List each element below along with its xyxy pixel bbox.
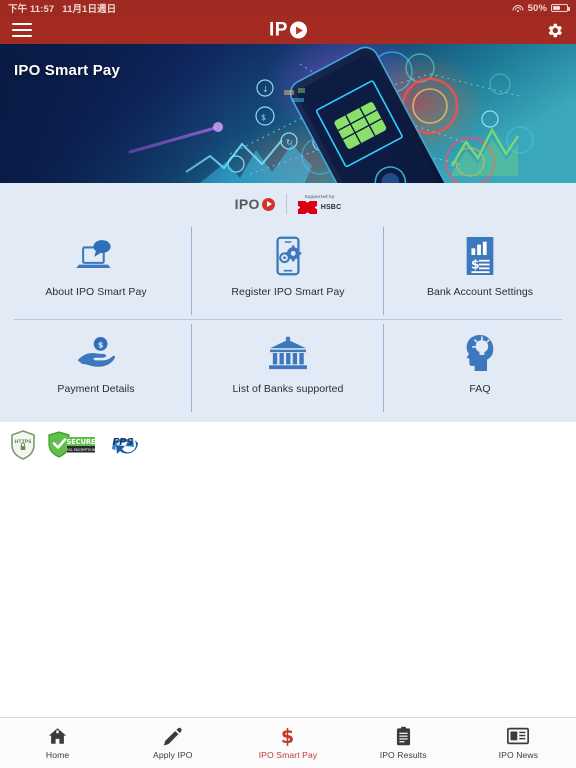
brand-text: IP xyxy=(269,19,288,41)
tab-label: Apply IPO xyxy=(152,750,193,760)
head-lightbulb-icon xyxy=(461,332,499,374)
svg-text:$: $ xyxy=(98,340,104,350)
hsbc-hexagon-icon xyxy=(297,201,317,214)
menu-item-label: Bank Account Settings xyxy=(426,286,534,298)
tab-label: Home xyxy=(45,750,70,760)
clipboard-icon xyxy=(396,726,411,746)
menu-item-label: Register IPO Smart Pay xyxy=(231,286,345,298)
laptop-chat-icon xyxy=(75,235,117,277)
menu-grid-row-2: $ Payment Details List of Banks supporte… xyxy=(0,320,576,416)
partner-logo-row: IPO Supported by HSBC xyxy=(0,183,576,223)
hsbc-logo: HSBC xyxy=(297,201,342,214)
bank-building-icon xyxy=(268,332,308,374)
battery-icon xyxy=(551,4,570,12)
fps-badge: FPS xyxy=(108,432,142,459)
pencil-icon xyxy=(163,726,182,746)
ipo-logo-text: IPO xyxy=(234,196,260,212)
status-bar-right: 50% xyxy=(510,2,570,18)
tab-apply-ipo[interactable]: Apply IPO xyxy=(115,718,230,768)
svg-text:HTTPS: HTTPS xyxy=(15,439,32,445)
svg-text:$: $ xyxy=(261,113,266,122)
ipo-logo: IPO xyxy=(235,197,275,211)
status-date: 11月1日週日 xyxy=(62,4,117,15)
menu-item-label: Payment Details xyxy=(57,383,135,395)
secure-ssl-badge: SECURE SSL ENCRYPTION xyxy=(47,431,97,459)
menu-item-label: List of Banks supported xyxy=(232,383,344,395)
svg-text:SECURE: SECURE xyxy=(66,438,96,446)
tab-ipo-smart-pay[interactable]: $ IPO Smart Pay xyxy=(230,718,345,768)
menu-item-register-ipo-smart-pay[interactable]: Register IPO Smart Pay xyxy=(192,223,384,319)
hero-banner: $ ↻ ↓ IPO Smart Pay xyxy=(0,44,576,183)
status-bar-left: 下午 11:57 11月1日週日 xyxy=(8,1,116,15)
svg-text:$: $ xyxy=(471,257,480,271)
menu-item-faq[interactable]: FAQ xyxy=(384,320,576,416)
logo-divider xyxy=(285,194,287,214)
menu-item-list-of-banks-supported[interactable]: List of Banks supported xyxy=(192,320,384,416)
menu-item-about-ipo-smart-pay[interactable]: About IPO Smart Pay xyxy=(0,223,192,319)
supported-by-label: Supported by xyxy=(304,194,335,199)
hsbc-name-label: HSBC xyxy=(320,204,342,211)
tab-home[interactable]: Home xyxy=(0,718,115,768)
trust-badges-row: HTTPS SECURE SSL ENCRYPTION FPS xyxy=(0,422,576,460)
svg-text:↓: ↓ xyxy=(262,85,269,94)
tab-ipo-results[interactable]: IPO Results xyxy=(346,718,461,768)
tab-label: IPO Smart Pay xyxy=(258,750,318,760)
play-circle-icon xyxy=(261,197,275,211)
newspaper-icon xyxy=(507,726,530,746)
app-brand-logo: IP xyxy=(269,21,307,40)
battery-percent-label: 50% xyxy=(527,2,547,14)
svg-text:SSL ENCRYPTION: SSL ENCRYPTION xyxy=(67,448,96,452)
status-time: 下午 11:57 xyxy=(8,4,55,15)
bottom-tab-bar: Home Apply IPO $ IPO Smart Pay IPO Resul… xyxy=(0,717,576,768)
menu-item-label: FAQ xyxy=(469,383,491,395)
https-shield-badge: HTTPS xyxy=(10,430,36,460)
svg-text:FPS: FPS xyxy=(112,437,133,448)
status-bar: 下午 11:57 11月1日週日 50% xyxy=(0,0,576,18)
wifi-icon xyxy=(510,2,526,18)
phone-gears-icon xyxy=(267,235,309,277)
tab-label: IPO Results xyxy=(379,750,427,760)
svg-text:$: $ xyxy=(281,726,294,746)
hand-coin-icon: $ xyxy=(74,332,118,374)
home-icon xyxy=(48,726,67,746)
play-circle-icon xyxy=(289,21,307,39)
page-title: IPO Smart Pay xyxy=(14,62,120,79)
hamburger-menu-icon[interactable] xyxy=(12,22,32,38)
menu-item-bank-account-settings[interactable]: $ Bank Account Settings xyxy=(384,223,576,319)
menu-item-label: About IPO Smart Pay xyxy=(45,286,147,298)
app-root: 下午 11:57 11月1日週日 50% IP $ ↻ ↓ IPO Smart … xyxy=(0,0,576,768)
tab-ipo-news[interactable]: IPO News xyxy=(461,718,576,768)
dollar-sign-icon: $ xyxy=(279,726,296,746)
menu-item-payment-details[interactable]: $ Payment Details xyxy=(0,320,192,416)
gear-icon[interactable] xyxy=(545,21,564,40)
content-empty-area xyxy=(0,460,576,717)
main-panel: IPO Supported by HSBC About IPO Smart Pa… xyxy=(0,183,576,422)
document-chart-dollar-icon: $ xyxy=(462,235,498,277)
supported-by-block: Supported by HSBC xyxy=(297,194,342,214)
tab-label: IPO News xyxy=(498,750,539,760)
app-bar: IP xyxy=(0,16,576,44)
menu-grid-row-1: About IPO Smart Pay Register IPO Smart P… xyxy=(0,223,576,319)
